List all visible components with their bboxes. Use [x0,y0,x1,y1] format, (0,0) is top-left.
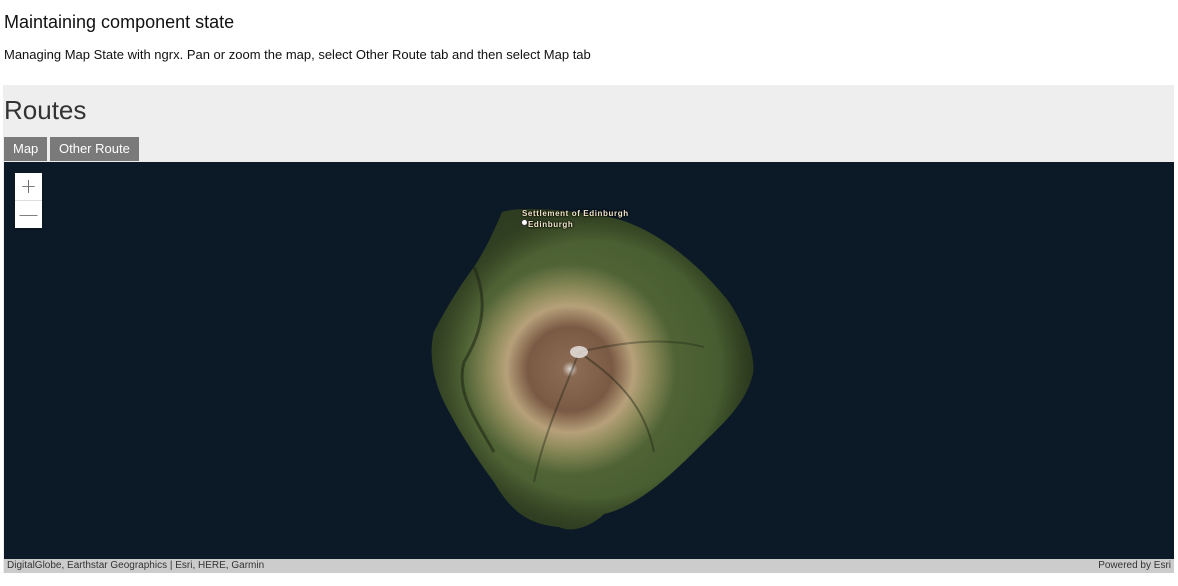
tab-map[interactable]: Map [4,137,48,161]
page-title: Maintaining component state [4,12,235,32]
powered-by-link[interactable]: Powered by Esri [1098,559,1171,573]
attribution-text: DigitalGlobe, Earthstar Geographics | Es… [7,560,265,571]
page-description: Managing Map State with ngrx. Pan or zoo… [4,47,591,62]
zoom-out-button[interactable]: — [15,200,42,228]
town-marker-icon [521,219,528,226]
settlement-label: Settlement of Edinburgh [522,209,629,218]
satellite-imagery [4,162,1174,559]
zoom-in-button[interactable]: + [15,173,42,200]
town-label: Edinburgh [528,220,574,229]
zoom-controls: + — [15,173,42,228]
map-attribution-bar: DigitalGlobe, Earthstar Geographics | Es… [4,559,1174,573]
tab-other-route[interactable]: Other Route [50,137,139,161]
map-view[interactable]: + — Settlement of Edinburgh Edinburgh [4,162,1174,559]
routes-heading: Routes [4,95,87,125]
routes-panel: Routes Map Other Route + — Settlement of… [3,85,1174,573]
